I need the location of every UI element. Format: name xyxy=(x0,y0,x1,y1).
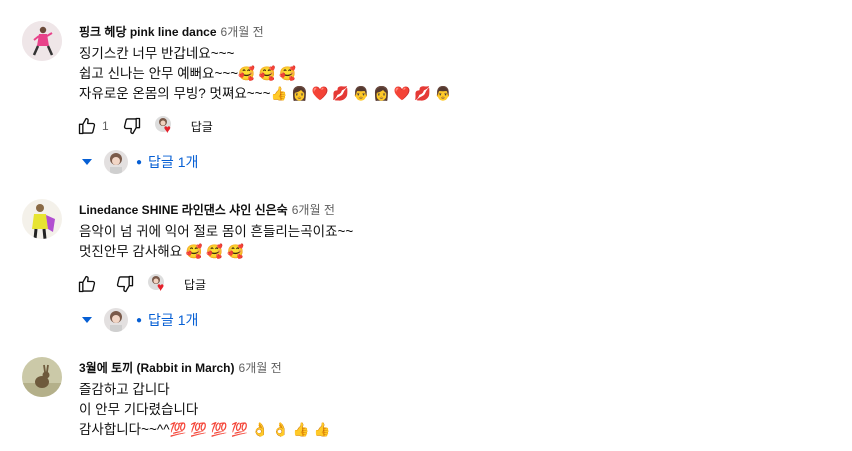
caret-down-icon xyxy=(82,317,92,323)
comment-text: 징기스칸 너무 반갑네요~~~ 쉽고 신나는 안무 예뻐요~~~🥰 🥰 🥰 자유… xyxy=(79,44,852,104)
dislike-button[interactable] xyxy=(121,115,143,137)
creator-heart-badge: ♥ xyxy=(154,115,177,137)
comment-time[interactable]: 6개월 전 xyxy=(292,203,335,217)
comment-line: 쉽고 신나는 안무 예뻐요~~~🥰 🥰 🥰 xyxy=(79,66,297,81)
creator-avatar xyxy=(104,150,128,174)
view-replies-button[interactable]: ● 답글 1개 xyxy=(80,148,198,176)
creator-avatar xyxy=(104,308,128,332)
comment-line: 음악이 넘 귀에 익어 절로 몸이 흔들리는곡이죠~~ xyxy=(79,224,354,239)
thumbs-up-icon xyxy=(78,117,96,135)
like-button[interactable] xyxy=(76,273,98,295)
reply-button[interactable]: 답글 xyxy=(191,118,213,135)
heart-icon: ♥ xyxy=(157,280,165,294)
comment-line: 자유로운 온몸의 무빙? 멋쪄요~~~👍 👩 ❤️ 💋 👨 👩 ❤️ 💋 👨 xyxy=(79,86,452,101)
thumbs-down-icon xyxy=(116,275,134,293)
comment-time[interactable]: 6개월 전 xyxy=(239,361,282,375)
comment-line: 멋진안무 감사해요 🥰 🥰 🥰 xyxy=(79,244,244,259)
replies-count: 답글 1개 xyxy=(148,312,199,328)
reply-button[interactable]: 답글 xyxy=(184,276,206,293)
view-replies-button[interactable]: ● 답글 1개 xyxy=(80,306,198,334)
replies-count: 답글 1개 xyxy=(148,154,199,170)
separator-dot: ● xyxy=(136,314,143,326)
separator-dot: ● xyxy=(136,156,143,168)
heart-icon: ♥ xyxy=(163,122,171,136)
comment-line: 즐감하고 갑니다 xyxy=(79,382,170,397)
author-avatar[interactable] xyxy=(22,357,62,397)
comment-author[interactable]: 핑크 헤당 pink line dance xyxy=(79,25,217,39)
thumbs-down-icon xyxy=(123,117,140,135)
comment-line: 이 안무 기다렸습니다 xyxy=(79,402,199,417)
comment-author[interactable]: Linedance SHINE 라인댄스 샤인 신은숙 xyxy=(79,203,288,217)
comment-line: 징기스칸 너무 반갑네요~~~ xyxy=(79,46,235,61)
comment-text: 음악이 넘 귀에 익어 절로 몸이 흔들리는곡이죠~~ 멋진안무 감사해요 🥰 … xyxy=(79,222,852,262)
comment-line: 감사합니다~~^^💯 💯 💯 💯 👌 👌 👍 👍 xyxy=(79,422,331,437)
like-count: 1 xyxy=(102,119,109,133)
comment-author[interactable]: 3월에 토끼 (Rabbit in March) xyxy=(79,361,235,375)
comment-time[interactable]: 6개월 전 xyxy=(221,25,264,39)
creator-heart-badge: ♥ xyxy=(148,273,170,295)
comment-text: 즐감하고 갑니다 이 안무 기다렸습니다 감사합니다~~^^💯 💯 💯 💯 👌 … xyxy=(79,380,852,440)
author-avatar[interactable] xyxy=(22,199,62,239)
thumbs-up-icon xyxy=(78,275,96,293)
like-button[interactable] xyxy=(76,115,98,137)
dislike-button[interactable] xyxy=(114,273,136,295)
caret-down-icon xyxy=(82,159,92,165)
author-avatar[interactable] xyxy=(22,21,62,61)
